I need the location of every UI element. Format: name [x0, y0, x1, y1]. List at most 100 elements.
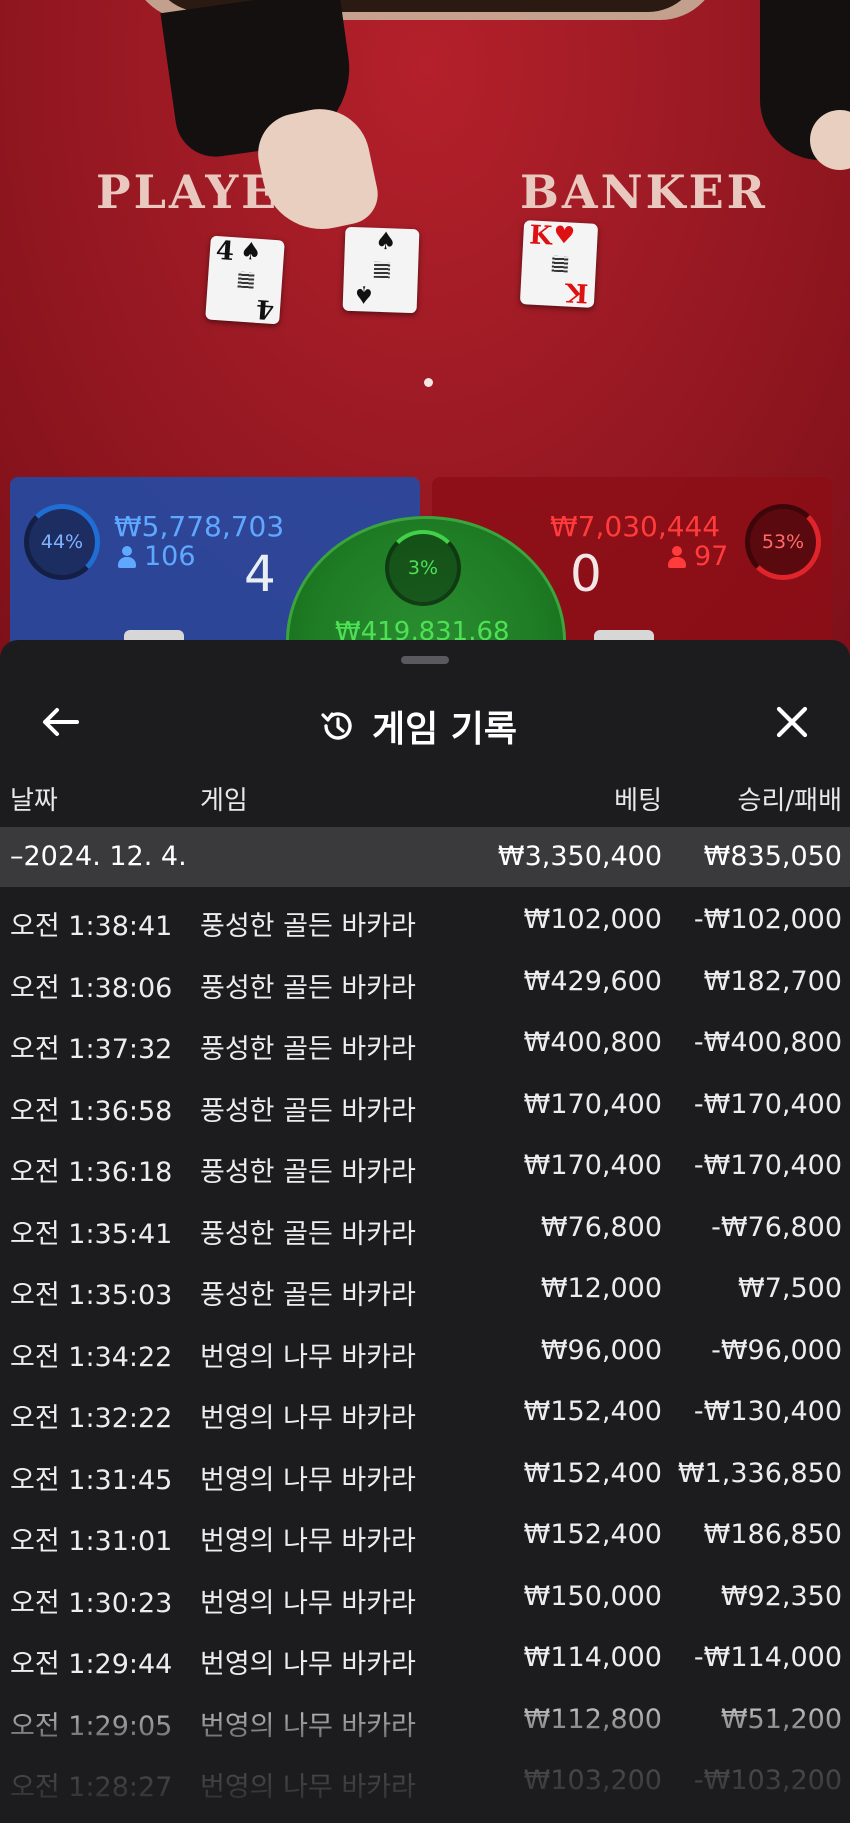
person-icon: [668, 545, 686, 568]
row-game: 번영의 나무 바카라: [200, 1649, 416, 1680]
row-time: 오전 1:28:27: [10, 1772, 173, 1803]
banker-card-1: K ♥ K: [519, 220, 599, 308]
player-bettor-count: 106: [118, 541, 196, 572]
row-bet: ₩102,000: [523, 904, 662, 935]
row-game: 번영의 나무 바카라: [200, 1587, 416, 1619]
table-row[interactable]: 오전 1:35:03 풍성한 골든 바카라 ₩12,000 ₩7,500: [0, 1257, 850, 1319]
row-bet: ₩170,400: [523, 1150, 662, 1181]
row-bet: ₩429,600: [523, 965, 662, 997]
table-row[interactable]: 오전 1:36:18 풍성한 골든 바카라 ₩170,400 -₩170,400: [0, 1134, 850, 1196]
row-time: 오전 1:36:18: [10, 1157, 173, 1188]
player-score: 4: [244, 545, 276, 603]
row-time: 오전 1:31:01: [10, 1526, 173, 1557]
back-button[interactable]: [36, 698, 84, 746]
group-result-total: ₩835,050: [703, 841, 842, 872]
arrow-left-icon: [43, 708, 79, 736]
table-row[interactable]: 오전 1:30:23 번영의 나무 바카라 ₩150,000 ₩92,350: [0, 1565, 850, 1627]
row-game: 번영의 나무 바카라: [200, 1526, 416, 1557]
row-game: 풍성한 골든 바카라: [200, 1095, 416, 1127]
row-result: -₩400,800: [693, 1027, 842, 1058]
row-bet: ₩96,000: [540, 1334, 662, 1366]
table-row[interactable]: 오전 1:37:32 풍성한 골든 바카라 ₩400,800 -₩400,800: [0, 1011, 850, 1073]
table-row[interactable]: 오전 1:38:06 풍성한 골든 바카라 ₩429,600 ₩182,700: [0, 950, 850, 1012]
row-result: ₩182,700: [703, 965, 842, 997]
row-time: 오전 1:29:05: [10, 1710, 173, 1742]
row-game: 번영의 나무 바카라: [200, 1710, 416, 1742]
row-game: 번영의 나무 바카라: [200, 1464, 416, 1496]
row-result: -₩130,400: [693, 1396, 842, 1427]
table-row[interactable]: 오전 1:31:45 번영의 나무 바카라 ₩152,400 ₩1,336,850: [0, 1442, 850, 1504]
sheet-title: 게임 기록: [318, 700, 517, 752]
row-time: 오전 1:38:41: [10, 911, 173, 942]
row-result: ₩51,200: [720, 1703, 842, 1735]
table-row[interactable]: 오전 1:34:22 번영의 나무 바카라 ₩96,000 -₩96,000: [0, 1319, 850, 1381]
table-row[interactable]: 오전 1:29:44 번영의 나무 바카라 ₩114,000 -₩114,000: [0, 1626, 850, 1688]
row-time: 오전 1:35:41: [10, 1218, 173, 1250]
table-row[interactable]: 오전 1:28:27 번영의 나무 바카라 ₩103,200 -₩103,200: [0, 1749, 850, 1811]
row-time: 오전 1:37:32: [10, 1034, 173, 1065]
table-row[interactable]: 오전 1:32:22 번영의 나무 바카라 ₩152,400 -₩130,400: [0, 1380, 850, 1442]
row-bet: ₩12,000: [540, 1273, 662, 1304]
group-date: –2024. 12. 4.: [10, 841, 187, 872]
row-bet: ₩400,800: [523, 1027, 662, 1058]
row-bet: ₩152,400: [523, 1519, 662, 1550]
row-bet: ₩114,000: [523, 1642, 662, 1673]
table-row[interactable]: 오전 1:31:01 번영의 나무 바카라 ₩152,400 ₩186,850: [0, 1503, 850, 1565]
row-time: 오전 1:36:58: [10, 1095, 173, 1127]
history-icon: [321, 712, 352, 740]
row-time: 오전 1:34:22: [10, 1341, 173, 1373]
row-game: 번영의 나무 바카라: [200, 1772, 416, 1803]
table-row[interactable]: 오전 1:35:41 풍성한 골든 바카라 ₩76,800 -₩76,800: [0, 1196, 850, 1258]
row-result: -₩96,000: [711, 1334, 842, 1366]
row-game: 풍성한 골든 바카라: [200, 972, 416, 1004]
live-video: PLAYER BANKER 4 ♠ 4 ♠ ♠ K ♥ K 44% ₩5,778…: [0, 0, 850, 660]
row-time: 오전 1:32:22: [10, 1403, 173, 1434]
banker-bet-amount: ₩7,030,444: [550, 510, 721, 543]
banker-bettor-count: 97: [668, 541, 728, 572]
table-row[interactable]: 오전 1:38:41 풍성한 골든 바카라 ₩102,000 -₩102,000: [0, 888, 850, 950]
column-header-date: 날짜: [10, 786, 58, 816]
row-result: ₩186,850: [703, 1519, 842, 1550]
row-game: 풍성한 골든 바카라: [200, 1157, 416, 1188]
row-bet: ₩103,200: [523, 1765, 662, 1796]
page-title: 게임 기록: [372, 709, 518, 750]
row-time: 오전 1:31:45: [10, 1464, 173, 1496]
history-list: 오전 1:38:41 풍성한 골든 바카라 ₩102,000 -₩102,000 오전 …: [0, 888, 850, 1811]
row-game: 번영의 나무 바카라: [200, 1403, 416, 1434]
player-bet-amount: ₩5,778,703: [114, 510, 285, 543]
tie-percent-ring: 3%: [385, 530, 461, 606]
row-game: 풍성한 골든 바카라: [200, 1218, 416, 1250]
row-game: 풍성한 골든 바카라: [200, 1280, 416, 1311]
row-result: -₩114,000: [693, 1642, 842, 1673]
row-time: 오전 1:29:44: [10, 1649, 173, 1680]
row-bet: ₩152,400: [523, 1396, 662, 1427]
banker-table-label: BANKER: [520, 165, 768, 219]
close-button[interactable]: [766, 698, 818, 746]
row-bet: ₩150,000: [523, 1580, 662, 1612]
row-result: ₩7,500: [738, 1273, 842, 1304]
row-game: 번영의 나무 바카라: [200, 1341, 416, 1373]
row-result: ₩92,350: [720, 1580, 842, 1612]
close-icon: [776, 706, 808, 738]
row-bet: ₩112,800: [523, 1703, 662, 1735]
column-header-game: 게임: [200, 786, 248, 816]
banker-percent-ring: 53%: [745, 504, 821, 580]
player-card-1: 4 ♠ 4: [205, 235, 285, 325]
date-group-row[interactable]: –2024. 12. 4. ₩3,350,400 ₩835,050: [0, 827, 850, 887]
row-bet: ₩152,400: [523, 1457, 662, 1489]
row-time: 오전 1:38:06: [10, 972, 173, 1004]
table-row[interactable]: 오전 1:36:58 풍성한 골든 바카라 ₩170,400 -₩170,400: [0, 1073, 850, 1135]
sheet-drag-handle[interactable]: [401, 656, 449, 664]
row-time: 오전 1:35:03: [10, 1280, 173, 1311]
row-result: -₩102,000: [693, 904, 842, 935]
row-result: -₩103,200: [693, 1765, 842, 1796]
row-bet: ₩76,800: [540, 1211, 662, 1243]
history-table-header: 날짜 게임 베팅 승리/패배: [0, 780, 850, 822]
table-marker: [424, 378, 433, 387]
group-bet-total: ₩3,350,400: [497, 841, 662, 872]
row-result: -₩170,400: [693, 1088, 842, 1120]
table-row[interactable]: 오전 1:29:05 번영의 나무 바카라 ₩112,800 ₩51,200: [0, 1688, 850, 1750]
person-icon: [118, 545, 136, 568]
game-history-sheet: 게임 기록 날짜 게임 베팅 승리/패배 –2024. 12. 4. ₩3,35…: [0, 640, 850, 1823]
row-game: 풍성한 골든 바카라: [200, 1034, 416, 1065]
